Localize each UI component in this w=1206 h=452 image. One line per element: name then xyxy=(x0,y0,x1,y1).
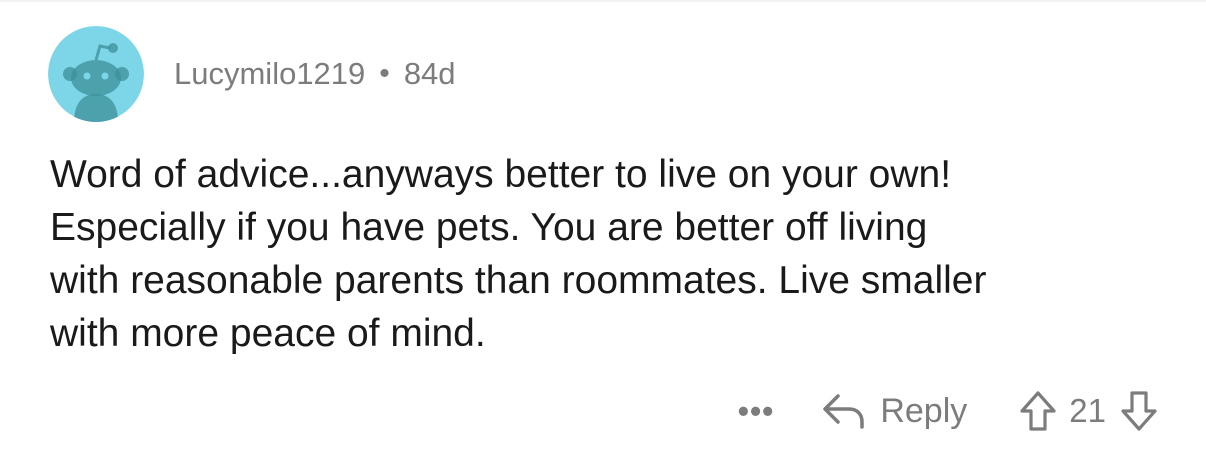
vote-count: 21 xyxy=(1069,392,1106,429)
comment-header: Lucymilo1219 • 84d xyxy=(48,26,456,122)
upvote-arrow-icon[interactable] xyxy=(1019,390,1057,432)
reply-label: Reply xyxy=(880,391,968,430)
username[interactable]: Lucymilo1219 xyxy=(174,56,365,92)
comment-age: 84d xyxy=(403,56,456,91)
downvote-arrow-icon[interactable] xyxy=(1120,390,1158,432)
comment-body-line: Word of advice...anyways better to live … xyxy=(50,153,952,196)
reply-button[interactable]: Reply xyxy=(822,392,967,431)
avatar[interactable] xyxy=(48,26,144,122)
snoo-avatar-icon xyxy=(48,26,144,122)
comment-body-line: Especially if you have pets. You are bet… xyxy=(50,206,928,249)
vote-group: 21 xyxy=(1019,390,1158,432)
comment-body: Word of advice...anyways better to live … xyxy=(50,148,1170,360)
comment-body-line: with reasonable parents than roommates. … xyxy=(50,259,987,302)
comment: Lucymilo1219 • 84d Word of advice...anyw… xyxy=(0,0,1206,452)
comment-meta: Lucymilo1219 • 84d xyxy=(174,56,456,92)
more-options-button[interactable]: ••• xyxy=(738,395,775,427)
reply-arrow-icon xyxy=(822,392,866,430)
comment-actions: ••• Reply 21 xyxy=(738,388,1158,434)
comment-body-line: with more peace of mind. xyxy=(50,312,486,355)
meta-separator: • xyxy=(379,57,390,90)
